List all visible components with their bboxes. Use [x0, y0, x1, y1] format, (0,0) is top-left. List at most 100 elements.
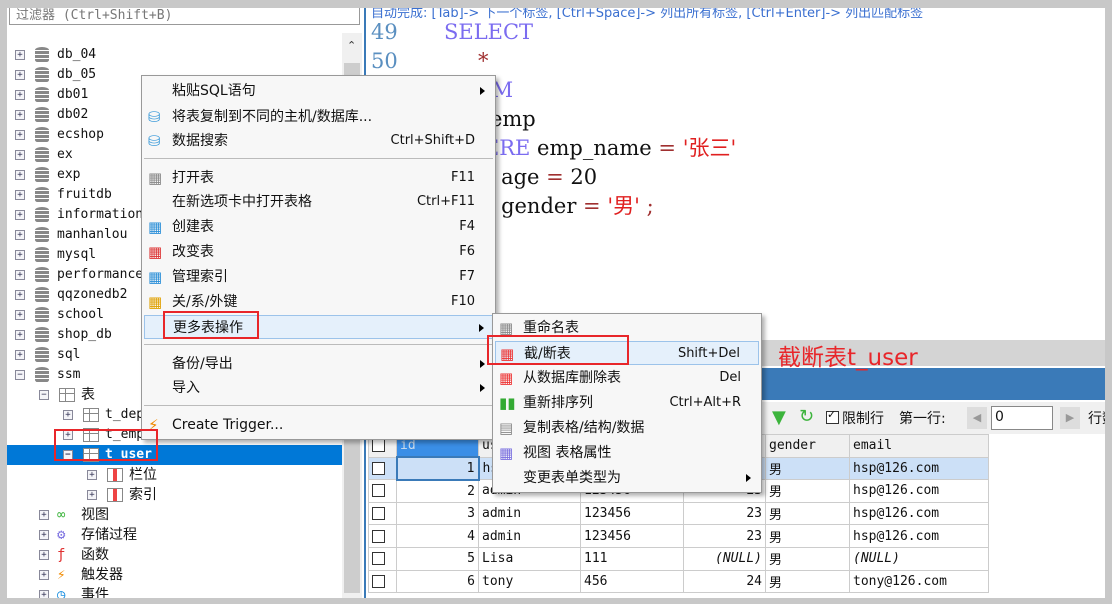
- cell-id[interactable]: 6: [396, 569, 479, 594]
- submenu-item[interactable]: ▦ 从数据库删除表 Del: [495, 366, 759, 390]
- tree-folder[interactable]: + ◷ 事件: [7, 585, 342, 598]
- cell-email[interactable]: hsp@126.com: [849, 501, 989, 526]
- expand-icon[interactable]: +: [63, 410, 73, 420]
- expand-icon[interactable]: +: [15, 330, 25, 340]
- code-line[interactable]: *: [478, 47, 489, 76]
- cell-id[interactable]: 2: [396, 479, 479, 503]
- table-row[interactable]: 6 tony 456 24 男 tony@126.com: [368, 569, 989, 594]
- first-row-input[interactable]: 0: [991, 406, 1053, 430]
- cell-email[interactable]: tony@126.com: [849, 569, 989, 594]
- cell-email[interactable]: hsp@126.com: [849, 479, 989, 503]
- tree-folder[interactable]: + ⚡ 触发器: [7, 565, 342, 585]
- refresh-icon[interactable]: ↻: [799, 406, 814, 427]
- cell-email[interactable]: hsp@126.com: [849, 456, 989, 481]
- cell-pwd[interactable]: 123456: [580, 501, 684, 526]
- menu-item[interactable]: ⛁ 将表复制到不同的主机/数据库...: [144, 105, 493, 129]
- cell-username[interactable]: admin: [478, 501, 581, 526]
- cell-gender[interactable]: 男: [765, 524, 850, 548]
- expand-icon[interactable]: +: [39, 510, 49, 520]
- expand-icon[interactable]: +: [15, 210, 25, 220]
- expand-icon[interactable]: +: [39, 550, 49, 560]
- submenu-item[interactable]: ▤ 复制表格/结构/数据: [495, 416, 759, 440]
- expand-icon[interactable]: +: [39, 570, 49, 580]
- cell-email[interactable]: hsp@126.com: [849, 524, 989, 548]
- cell-id[interactable]: 4: [396, 524, 479, 548]
- menu-item[interactable]: ⛁ 数据搜索 Ctrl+Shift+D: [144, 129, 493, 153]
- submenu-item[interactable]: 变更表单类型为: [495, 466, 759, 490]
- cell-email[interactable]: (NULL): [849, 546, 989, 571]
- cell-username[interactable]: admin: [478, 524, 581, 548]
- collapse-icon[interactable]: −: [39, 390, 49, 400]
- cell-pwd[interactable]: 123456: [580, 524, 684, 548]
- tree-folder[interactable]: + ⚙ 存储过程: [7, 525, 342, 545]
- tree-item-db[interactable]: + db_04: [7, 45, 342, 65]
- prev-page-button[interactable]: ◀: [967, 407, 987, 429]
- expand-icon[interactable]: +: [15, 170, 25, 180]
- code-line[interactable]: SELECT: [444, 18, 533, 47]
- expand-icon[interactable]: +: [15, 270, 25, 280]
- row-checkbox[interactable]: [368, 456, 397, 481]
- filter-input[interactable]: 过滤器 (Ctrl+Shift+B): [9, 8, 360, 25]
- menu-item[interactable]: 备份/导出: [144, 352, 493, 376]
- menu-item[interactable]: ▦ 管理索引 F7: [144, 265, 493, 289]
- expand-icon[interactable]: +: [39, 590, 49, 598]
- cell-id[interactable]: 5: [396, 546, 479, 571]
- expand-icon[interactable]: +: [15, 110, 25, 120]
- tree-item-indexes[interactable]: + 索引: [7, 485, 342, 505]
- expand-icon[interactable]: +: [15, 350, 25, 360]
- menu-item[interactable]: 导入: [144, 376, 493, 400]
- filter-icon[interactable]: ▼: [772, 407, 786, 428]
- expand-icon[interactable]: +: [15, 90, 25, 100]
- row-checkbox[interactable]: [368, 524, 397, 548]
- expand-icon[interactable]: +: [15, 130, 25, 140]
- scroll-up-icon[interactable]: ⌃: [347, 39, 356, 52]
- tree-folder[interactable]: + ∞ 视图: [7, 505, 342, 525]
- column-header-gender[interactable]: gender: [765, 434, 850, 458]
- row-checkbox[interactable]: [368, 569, 397, 594]
- expand-icon[interactable]: +: [15, 150, 25, 160]
- expand-icon[interactable]: +: [15, 70, 25, 80]
- limit-rows-checkbox[interactable]: ✓: [826, 408, 839, 424]
- expand-icon[interactable]: +: [15, 250, 25, 260]
- menu-item[interactable]: 粘贴SQL语句: [144, 79, 493, 103]
- expand-icon[interactable]: +: [87, 490, 97, 500]
- menu-item[interactable]: ▦ 改变表 F6: [144, 240, 493, 264]
- expand-icon[interactable]: +: [15, 290, 25, 300]
- table-row[interactable]: 3 admin 123456 23 男 hsp@126.com: [368, 501, 989, 526]
- menu-item[interactable]: 在新选项卡中打开表格 Ctrl+F11: [144, 190, 493, 214]
- cell-gender[interactable]: 男: [765, 569, 850, 594]
- cell-gender[interactable]: 男: [765, 501, 850, 526]
- cell-username[interactable]: Lisa: [478, 546, 581, 571]
- menu-item[interactable]: ▦ 打开表 F11: [144, 166, 493, 190]
- cell-pwd[interactable]: 456: [580, 569, 684, 594]
- cell-age[interactable]: (NULL): [683, 546, 766, 571]
- next-page-button[interactable]: ▶: [1060, 407, 1080, 429]
- table-row[interactable]: 5 Lisa 111 (NULL) 男 (NULL): [368, 546, 989, 571]
- row-checkbox[interactable]: [368, 501, 397, 526]
- expand-icon[interactable]: +: [87, 470, 97, 480]
- cell-age[interactable]: 23: [683, 524, 766, 548]
- cell-id[interactable]: 3: [396, 501, 479, 526]
- menu-item[interactable]: ▦ 创建表 F4: [144, 215, 493, 239]
- tree-item-columns[interactable]: + 栏位: [7, 465, 342, 485]
- menu-item[interactable]: ⚡ Create Trigger...: [144, 413, 493, 437]
- cell-age[interactable]: 24: [683, 569, 766, 594]
- expand-icon[interactable]: +: [15, 50, 25, 60]
- row-checkbox[interactable]: [368, 479, 397, 503]
- submenu-item[interactable]: ▦ 视图 表格属性: [495, 441, 759, 465]
- collapse-icon[interactable]: −: [15, 370, 25, 380]
- cell-id[interactable]: 1: [395, 456, 480, 481]
- expand-icon[interactable]: +: [39, 530, 49, 540]
- cell-gender[interactable]: 男: [765, 546, 850, 571]
- table-row[interactable]: 4 admin 123456 23 男 hsp@126.com: [368, 524, 989, 548]
- expand-icon[interactable]: +: [15, 190, 25, 200]
- cell-gender[interactable]: 男: [765, 479, 850, 503]
- column-header-email[interactable]: email: [849, 434, 989, 458]
- tree-folder[interactable]: + ƒ 函数: [7, 545, 342, 565]
- cell-pwd[interactable]: 111: [580, 546, 684, 571]
- cell-age[interactable]: 23: [683, 501, 766, 526]
- cell-username[interactable]: tony: [478, 569, 581, 594]
- row-checkbox[interactable]: [368, 546, 397, 571]
- expand-icon[interactable]: +: [15, 310, 25, 320]
- cell-gender[interactable]: 男: [765, 456, 850, 481]
